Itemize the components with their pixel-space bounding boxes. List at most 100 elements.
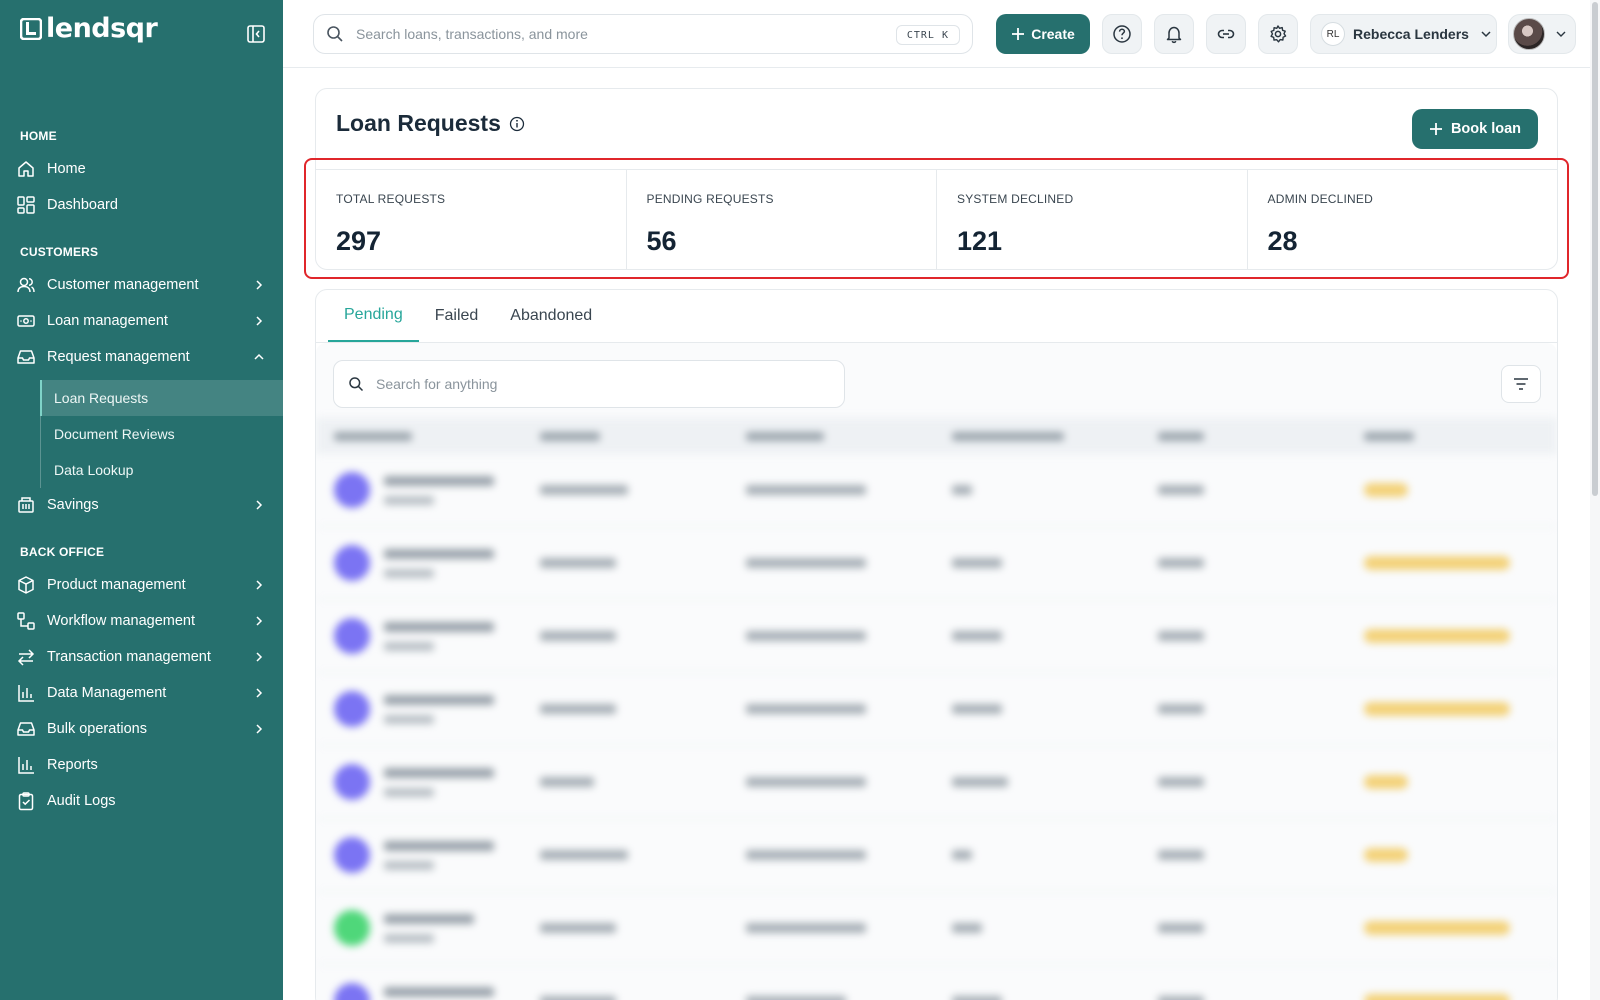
sidebar-item-label: Bulk operations bbox=[47, 721, 147, 737]
book-loan-button[interactable]: Book loan bbox=[1412, 109, 1538, 149]
table-row[interactable] bbox=[316, 965, 1557, 1000]
sidebar-item-label: Dashboard bbox=[47, 197, 118, 213]
sidebar-subitem-loan-requests[interactable]: Loan Requests bbox=[40, 380, 283, 416]
stat-value: 121 bbox=[957, 226, 1003, 256]
box-icon bbox=[18, 576, 34, 594]
brand-logo[interactable]: lendsqr bbox=[20, 13, 158, 44]
scrollbar-thumb[interactable] bbox=[1592, 2, 1598, 496]
loan-requests-summary-card: Loan Requests Book loan TOTAL REQUESTS 2… bbox=[315, 88, 1558, 270]
sidebar-item-label: Transaction management bbox=[47, 649, 211, 665]
table-row[interactable] bbox=[316, 746, 1557, 819]
page-scrollbar[interactable] bbox=[1590, 0, 1600, 1000]
info-icon[interactable] bbox=[509, 116, 525, 132]
link-icon bbox=[1217, 29, 1235, 39]
sidebar-item-customer-management[interactable]: Customer management bbox=[0, 267, 283, 303]
users-icon bbox=[17, 277, 35, 293]
user-menu[interactable]: RL Rebecca Lenders bbox=[1310, 14, 1497, 54]
stat-label: ADMIN DECLINED bbox=[1267, 192, 1373, 206]
help-button[interactable] bbox=[1102, 14, 1142, 54]
sidebar-subitem-data-lookup[interactable]: Data Lookup bbox=[40, 452, 283, 488]
sidebar-item-savings[interactable]: Savings bbox=[0, 487, 283, 523]
notifications-button[interactable] bbox=[1154, 14, 1194, 54]
table-row[interactable] bbox=[316, 454, 1557, 527]
sidebar-subitem-document-reviews[interactable]: Document Reviews bbox=[40, 416, 283, 452]
tab-abandoned[interactable]: Abandoned bbox=[494, 290, 608, 342]
plus-icon bbox=[1012, 28, 1025, 40]
sidebar-item-label: Reports bbox=[47, 757, 98, 773]
top-bar: Search loans, transactions, and more CTR… bbox=[283, 0, 1600, 68]
sidebar-item-loan-management[interactable]: Loan management bbox=[0, 303, 283, 339]
help-icon bbox=[1113, 25, 1131, 43]
table-header-cell bbox=[1346, 431, 1552, 441]
sidebar: lendsqr HOME Home Dashboard CUSTOMERS Cu… bbox=[0, 0, 283, 1000]
stat-value: 297 bbox=[336, 226, 382, 256]
link-button[interactable] bbox=[1206, 14, 1246, 54]
settings-button[interactable] bbox=[1258, 14, 1298, 54]
sidebar-item-home[interactable]: Home bbox=[0, 151, 283, 187]
stat-total-requests: TOTAL REQUESTS 297 bbox=[316, 170, 627, 269]
sidebar-item-request-management[interactable]: Request management bbox=[0, 339, 283, 375]
loan-requests-table-card: Pending Failed Abandoned Search for anyt… bbox=[315, 289, 1558, 1000]
sidebar-item-label: Home bbox=[47, 161, 86, 177]
sidebar-item-dashboard[interactable]: Dashboard bbox=[0, 187, 283, 223]
section-customers: CUSTOMERS bbox=[20, 245, 99, 259]
chevron-up-icon bbox=[254, 353, 264, 360]
sidebar-item-reports[interactable]: Reports bbox=[0, 747, 283, 783]
tab-pending[interactable]: Pending bbox=[328, 290, 419, 342]
sidebar-item-label: Savings bbox=[47, 497, 99, 513]
sidebar-item-label: Product management bbox=[47, 577, 186, 593]
global-search-input[interactable]: Search loans, transactions, and more CTR… bbox=[313, 14, 973, 54]
table-header-cell bbox=[316, 431, 522, 441]
dashboard-icon bbox=[17, 196, 35, 214]
sidebar-item-audit-logs[interactable]: Audit Logs bbox=[0, 783, 283, 819]
plus-icon bbox=[1429, 123, 1442, 135]
stat-label: TOTAL REQUESTS bbox=[336, 192, 446, 206]
sidebar-item-bulk-operations[interactable]: Bulk operations bbox=[0, 711, 283, 747]
book-loan-label: Book loan bbox=[1450, 121, 1522, 137]
tab-failed[interactable]: Failed bbox=[419, 290, 495, 342]
avatar bbox=[1513, 18, 1545, 50]
page-title-row: Loan Requests bbox=[336, 110, 525, 137]
stat-label: PENDING REQUESTS bbox=[646, 192, 774, 206]
money-icon bbox=[17, 315, 35, 327]
chevron-right-icon bbox=[256, 688, 263, 698]
table-row[interactable] bbox=[316, 673, 1557, 746]
table-search-placeholder: Search for anything bbox=[376, 376, 498, 392]
sidebar-item-workflow-management[interactable]: Workflow management bbox=[0, 603, 283, 639]
chevron-right-icon bbox=[256, 500, 263, 510]
chevron-right-icon bbox=[256, 724, 263, 734]
table-header-cell bbox=[728, 431, 934, 441]
bar-chart-icon bbox=[18, 757, 34, 774]
table-panel: Search for anything bbox=[316, 343, 1557, 1000]
collapse-sidebar-icon[interactable] bbox=[246, 24, 266, 44]
sidebar-item-transaction-management[interactable]: Transaction management bbox=[0, 639, 283, 675]
sidebar-item-label: Data Management bbox=[47, 685, 167, 701]
sidebar-item-label: Loan management bbox=[47, 313, 168, 329]
logo-mark-icon bbox=[20, 18, 42, 40]
create-button[interactable]: Create bbox=[996, 14, 1090, 54]
bell-icon bbox=[1166, 26, 1182, 44]
sidebar-item-product-management[interactable]: Product management bbox=[0, 567, 283, 603]
search-icon bbox=[327, 26, 343, 42]
sidebar-item-data-management[interactable]: Data Management bbox=[0, 675, 283, 711]
sidebar-item-label: Customer management bbox=[47, 277, 199, 293]
profile-menu[interactable] bbox=[1508, 14, 1576, 54]
brand-name: lendsqr bbox=[46, 13, 158, 44]
table-row[interactable] bbox=[316, 600, 1557, 673]
stats-row: TOTAL REQUESTS 297 PENDING REQUESTS 56 S… bbox=[316, 169, 1557, 269]
sidebar-item-label: Workflow management bbox=[47, 613, 196, 629]
chevron-down-icon bbox=[1481, 31, 1491, 38]
chevron-right-icon bbox=[256, 316, 263, 326]
chevron-right-icon bbox=[256, 652, 263, 662]
table-row[interactable] bbox=[316, 819, 1557, 892]
filter-button[interactable] bbox=[1501, 365, 1541, 403]
inbox-icon bbox=[17, 722, 35, 736]
section-home: HOME bbox=[20, 129, 57, 143]
table-search-input[interactable]: Search for anything bbox=[333, 360, 845, 408]
table-header-cell bbox=[934, 431, 1140, 441]
table-row[interactable] bbox=[316, 527, 1557, 600]
page-title: Loan Requests bbox=[336, 110, 501, 136]
user-initials-avatar: RL bbox=[1321, 22, 1345, 46]
table-row[interactable] bbox=[316, 892, 1557, 965]
blurred-table bbox=[316, 418, 1557, 1000]
